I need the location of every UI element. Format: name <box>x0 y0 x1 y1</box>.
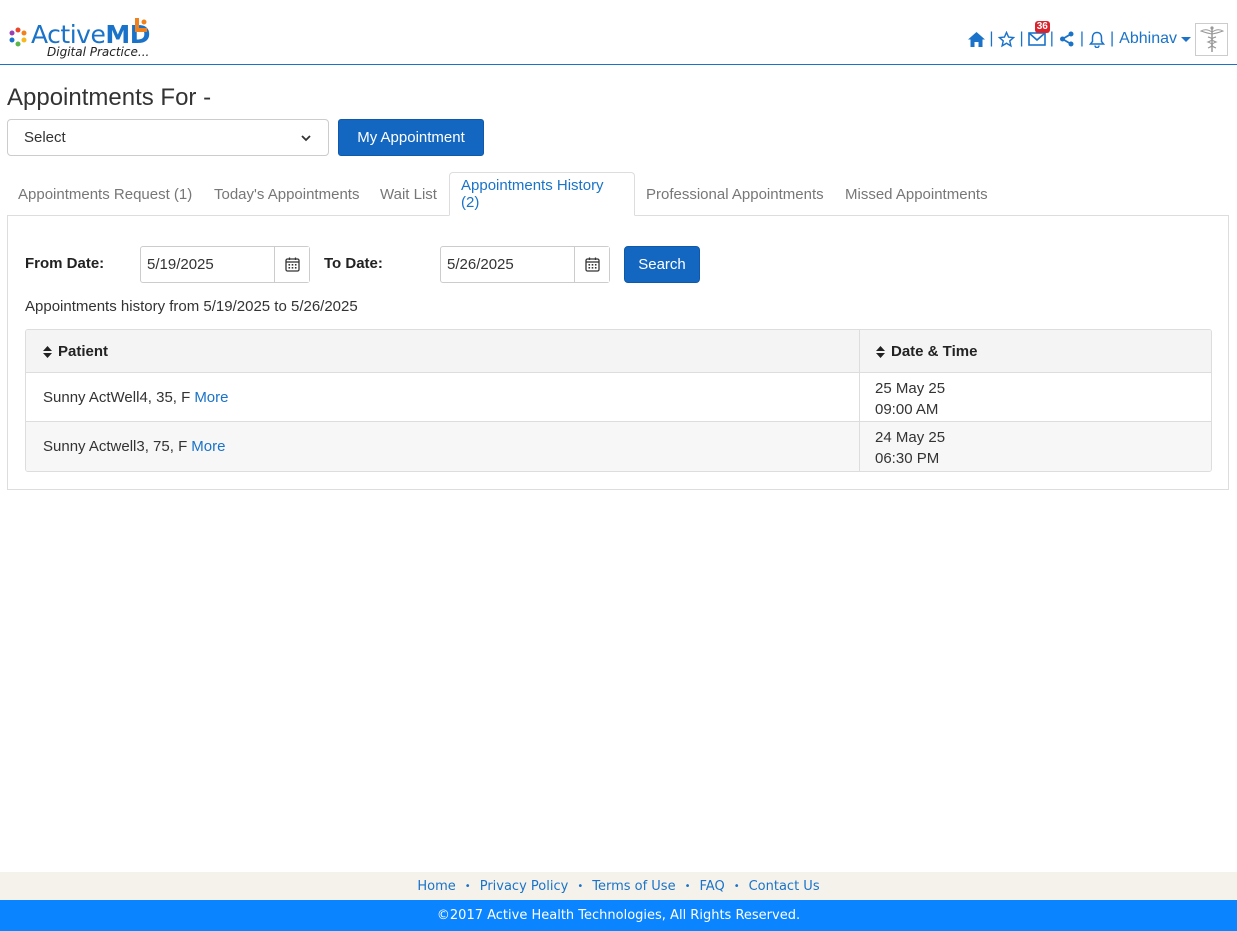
patient-cell: Sunny ActWell4, 35, F More <box>43 373 229 422</box>
header-actions: | | 36 | | | Abhinav <box>966 21 1228 56</box>
page-title: Appointments For - <box>7 84 212 111</box>
appointment-date: 24 May 25 <box>875 429 946 446</box>
footer-bullet: • <box>733 880 740 892</box>
share-icon[interactable] <box>1057 29 1077 49</box>
column-divider <box>859 330 860 471</box>
to-date-picker: 5/26/2025 <box>440 246 610 283</box>
header-separator: | <box>1079 30 1085 47</box>
mail-count-badge: 36 <box>1034 21 1050 33</box>
footer-link-contact[interactable]: Contact Us <box>749 879 820 894</box>
patient-info: Sunny ActWell4, 35, F <box>43 389 191 406</box>
from-date-label: From Date: <box>25 255 105 272</box>
appointment-date: 25 May 25 <box>875 380 946 397</box>
logo-flower-icon <box>9 27 27 47</box>
home-icon[interactable] <box>966 29 986 49</box>
footer-link-faq[interactable]: FAQ <box>700 879 725 894</box>
header-separator: | <box>1049 30 1054 47</box>
more-link[interactable]: More <box>194 389 228 406</box>
tab-appointments-request[interactable]: Appointments Request (1) <box>7 172 203 216</box>
column-header-date-time[interactable]: Date & Time <box>876 330 977 373</box>
tab-todays-appointments[interactable]: Today's Appointments <box>203 172 370 216</box>
appointment-time: 09:00 AM <box>875 401 939 418</box>
search-button[interactable]: Search <box>624 246 700 283</box>
appointment-time: 06:30 PM <box>875 450 940 467</box>
star-icon[interactable] <box>997 29 1017 49</box>
patient-info: Sunny Actwell3, 75, F <box>43 438 188 455</box>
caduceus-icon <box>1199 26 1224 52</box>
from-date-input[interactable]: 5/19/2025 <box>141 247 274 282</box>
appointments-history-table: Patient Date & Time Sunny ActWell4, 35, … <box>25 329 1212 472</box>
footer-link-home[interactable]: Home <box>417 879 455 894</box>
tab-professional-appointments[interactable]: Professional Appointments <box>635 172 835 216</box>
table-header: Patient Date & Time <box>26 330 1211 373</box>
sort-icon <box>43 345 52 358</box>
date-time-cell: 25 May 25 09:00 AM <box>875 378 945 420</box>
calendar-icon[interactable] <box>574 247 609 282</box>
header-separator: | <box>1019 30 1024 47</box>
mail-icon[interactable]: 36 <box>1027 21 1050 49</box>
footer-link-privacy[interactable]: Privacy Policy <box>480 879 569 894</box>
tab-appointments-history[interactable]: Appointments History (2) <box>449 172 635 216</box>
footer-link-terms[interactable]: Terms of Use <box>592 879 675 894</box>
footer-links: Home • Privacy Policy • Terms of Use • F… <box>0 872 1237 900</box>
to-date-label: To Date: <box>324 255 383 272</box>
footer-bullet: • <box>464 880 471 892</box>
footer-bullet: • <box>684 880 691 892</box>
avatar[interactable] <box>1195 22 1228 56</box>
calendar-icon[interactable] <box>274 247 309 282</box>
tab-missed-appointments[interactable]: Missed Appointments <box>834 172 999 216</box>
patient-select[interactable]: Select <box>7 119 329 156</box>
logo-accent-icon <box>135 18 147 32</box>
chevron-down-icon[interactable] <box>1181 36 1191 42</box>
table-row: Sunny ActWell4, 35, F More 25 May 25 09:… <box>26 373 1211 422</box>
footer-bullet: • <box>577 880 584 892</box>
user-menu-name[interactable]: Abhinav <box>1119 30 1177 48</box>
header-separator: | <box>989 30 994 47</box>
tab-wait-list[interactable]: Wait List <box>369 172 448 216</box>
to-date-input[interactable]: 5/26/2025 <box>441 247 574 282</box>
select-value: Select <box>24 129 66 146</box>
activemd-logo[interactable]: ActiveMD Digital Practice... <box>7 18 157 62</box>
patient-cell: Sunny Actwell3, 75, F More <box>43 422 225 471</box>
table-row: Sunny Actwell3, 75, F More 24 May 25 06:… <box>26 422 1211 471</box>
appointment-tabs: Appointments Request (1) Today's Appoint… <box>7 172 1229 216</box>
logo-tagline: Digital Practice... <box>47 45 150 59</box>
footer-copyright: ©2017 Active Health Technologies, All Ri… <box>0 900 1237 931</box>
my-appointment-button[interactable]: My Appointment <box>338 119 484 156</box>
sort-icon <box>876 345 885 358</box>
top-header: ActiveMD Digital Practice... | | 36 | | … <box>0 0 1237 65</box>
date-time-cell: 24 May 25 06:30 PM <box>875 427 945 469</box>
bell-icon[interactable] <box>1087 29 1107 49</box>
column-header-patient[interactable]: Patient <box>43 330 108 373</box>
history-range-text: Appointments history from 5/19/2025 to 5… <box>25 298 358 315</box>
header-separator: | <box>1110 30 1115 47</box>
chevron-down-icon <box>301 134 311 141</box>
more-link[interactable]: More <box>191 438 225 455</box>
from-date-picker: 5/19/2025 <box>140 246 310 283</box>
